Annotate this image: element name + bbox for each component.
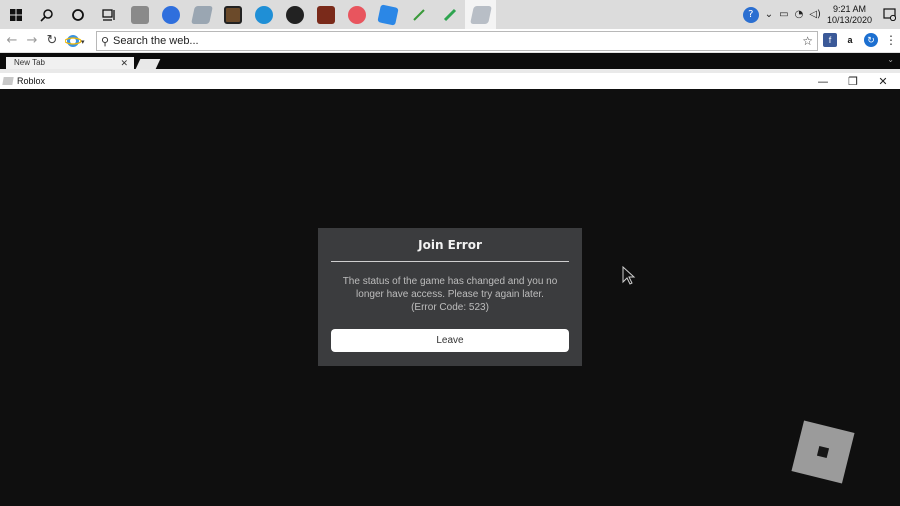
dialog-message: The status of the game has changed and y… [332,275,568,314]
minimize-icon: — [817,74,829,88]
back-arrow-icon[interactable]: ← [2,29,22,53]
minecraft-icon[interactable] [217,0,248,29]
taskbar: ? ⌄ ▭ ◔ ◁) 9:21 AM 10/13/2020 [0,0,900,29]
volume-icon[interactable]: ◁) [809,9,821,20]
dialog-message-line3: (Error Code: 523) [411,302,489,313]
dialog-title: Join Error [418,238,482,252]
tab-new-tab[interactable]: New Tab ✕ [6,57,134,69]
close-icon: ✕ [878,74,888,88]
magnifier-icon: ⚲ [100,34,110,48]
restore-button[interactable]: ❐ [838,73,868,89]
window-title: Roblox [17,76,46,86]
clock[interactable]: 9:21 AM 10/13/2020 [821,4,878,26]
search-input[interactable]: ⚲ Search the web... ☆ [96,31,818,51]
chrome-icon[interactable] [155,0,186,29]
clock-time: 9:21 AM [832,3,866,14]
bookmark-star-icon[interactable]: ☆ [802,34,813,48]
browser-toolbar: ← → ↻ ▾ ⚲ Search the web... ☆ f a ↻ ⋮ [0,29,900,53]
roblox-icon[interactable] [465,0,496,29]
forward-arrow-icon[interactable]: → [22,29,42,53]
extension-icon[interactable]: ↻ [864,33,878,47]
restore-icon: ❐ [848,74,858,88]
battery-icon[interactable]: ▭ [779,9,788,20]
tab-list-chevron-icon[interactable]: ⌄ [887,55,894,64]
app-icon-3[interactable] [310,0,341,29]
system-tray: ? ⌄ ▭ ◔ ◁) 9:21 AM 10/13/2020 [742,0,900,29]
dialog-message-line2: longer have access. Please try again lat… [356,289,544,300]
tab-strip: New Tab ✕ ⌄ [0,53,900,69]
roblox-studio-icon[interactable] [186,0,217,29]
app-icon-4[interactable] [372,0,403,29]
roblox-logo-hole [816,445,830,459]
app-icon-5[interactable] [403,0,434,29]
leave-button[interactable]: Leave [331,329,569,352]
window-titlebar: Roblox — ❐ ✕ [0,69,900,89]
reload-icon[interactable]: ↻ [42,29,62,53]
mouse-cursor-icon [622,265,636,290]
amazon-icon[interactable]: a [843,33,857,47]
tab-close-icon[interactable]: ✕ [120,57,128,69]
join-error-dialog: Join Error The status of the game has ch… [318,228,582,366]
svg-text:▾: ▾ [81,38,85,46]
minimize-button[interactable]: — [808,73,838,89]
app-icon-6[interactable] [434,0,465,29]
new-tab-button[interactable] [135,59,161,69]
roblox-window-icon [2,77,14,85]
search-placeholder: Search the web... [113,35,199,47]
cortana-icon[interactable] [62,0,93,29]
clock-date: 10/13/2020 [826,14,872,25]
menu-dots-icon[interactable]: ⋮ [884,33,898,47]
edge-icon[interactable] [248,0,279,29]
help-icon[interactable]: ? [742,6,759,23]
tab-label: New Tab [14,58,45,67]
wifi-icon[interactable]: ◔ [795,9,804,20]
windows-start-icon[interactable] [0,0,31,29]
dialog-message-line1: The status of the game has changed and y… [342,276,558,287]
app-icon-1[interactable] [124,0,155,29]
firefox-icon[interactable] [341,0,372,29]
search-icon[interactable] [31,0,62,29]
chevron-up-icon[interactable]: ⌄ [765,9,773,20]
dialog-divider [331,261,569,262]
internet-explorer-icon[interactable]: ▾ [62,29,90,53]
facebook-icon[interactable]: f [823,33,837,47]
notification-icon[interactable] [878,0,900,29]
app-icon-2[interactable] [279,0,310,29]
close-button[interactable]: ✕ [868,73,898,89]
task-view-icon[interactable] [93,0,124,29]
